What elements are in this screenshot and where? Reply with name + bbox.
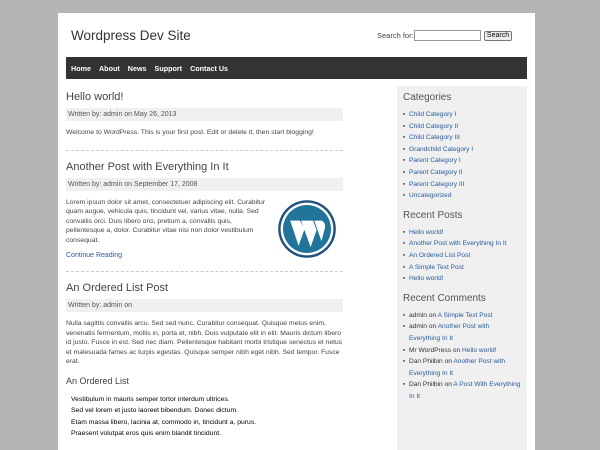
comment-author: Dan Philbin (409, 381, 443, 389)
comment-author: Mr WordPress (409, 346, 452, 354)
list-item: Praesent volutpat eros quis enim blandit… (71, 430, 221, 437)
nav-contact-us[interactable]: Contact Us (190, 64, 228, 73)
category-link[interactable]: Parent Category I (403, 155, 521, 167)
nav-support[interactable]: Support (155, 64, 183, 73)
post-excerpt: Lorem ipsum dolor sit amet, consectetuer… (66, 198, 266, 244)
post: Another Post with Everything In It Writt… (66, 161, 343, 259)
post-excerpt: Nulla sagittis convallis arcu. Sed sed n… (66, 320, 343, 365)
category-link[interactable]: Parent Category II (403, 167, 521, 179)
recent-posts-widget: Recent Posts Hello world! Another Post w… (403, 210, 521, 285)
category-link[interactable]: Grandchild Category I (403, 144, 521, 156)
comment-on: on (428, 311, 437, 319)
comment-author: Dan Philbin (409, 358, 443, 366)
post-byline: Written by: admin on September 17, 2008 (66, 177, 343, 191)
post-byline: Written by: admin on May 26, 2013 (66, 108, 343, 121)
list-item: Vestibulum in mauris semper tortor inter… (71, 395, 230, 403)
recent-post-link[interactable]: Hello world! (403, 227, 521, 239)
recent-comment: Dan Philbin on A Post With Everything In… (403, 379, 521, 402)
comment-on: on (444, 381, 452, 389)
post-title[interactable]: Hello world! (66, 91, 343, 103)
main-content: Hello world! Written by: admin on May 26… (66, 91, 343, 440)
post-excerpt: Welcome to WordPress. This is your first… (66, 129, 314, 136)
list-item: Sed vel lorem et justo laoreet bibendum.… (71, 407, 238, 414)
post-separator (66, 271, 343, 272)
comment-on: on (444, 358, 452, 366)
widget-title: Recent Posts (403, 209, 463, 221)
list-item: Etam massa libero, lacinia at, commodo i… (71, 418, 257, 426)
post: Hello world! Written by: admin on May 26… (66, 91, 343, 138)
comment-post-link[interactable]: A Simple Text Post (438, 312, 493, 319)
main-nav: Home About News Support Contact Us (66, 57, 527, 79)
post-title[interactable]: Another Post with Everything In It (66, 161, 343, 173)
post-subheading: An Ordered List (66, 375, 130, 386)
recent-comments-widget: Recent Comments admin on A Simple Text P… (403, 293, 521, 403)
site-title[interactable]: Wordpress Dev Site (71, 28, 191, 43)
category-link[interactable]: Child Category I (403, 109, 521, 121)
nav-about[interactable]: About (99, 64, 120, 73)
category-link[interactable]: Uncategorized (403, 190, 521, 202)
nav-news[interactable]: News (128, 64, 147, 73)
search-button[interactable]: Search (484, 31, 512, 41)
post-byline: Written by: admin on (66, 299, 343, 312)
category-link[interactable]: Parent Category III (403, 179, 521, 191)
comment-on: on (428, 323, 437, 331)
post: An Ordered List Post Written by: admin o… (66, 282, 343, 440)
ordered-list: Vestibulum in mauris semper tortor inter… (66, 394, 343, 440)
comment-author: admin (409, 311, 427, 319)
comment-author: admin (409, 323, 427, 331)
page-container: Wordpress Dev Site Search for: Search Ho… (58, 13, 535, 450)
recent-post-link[interactable]: An Ordered List Post (403, 250, 521, 262)
category-link[interactable]: Child Category III (403, 132, 521, 144)
wordpress-logo-icon (278, 199, 336, 258)
search-label: Search for: (377, 31, 414, 40)
comment-on: on (452, 346, 461, 354)
nav-home[interactable]: Home (71, 64, 91, 73)
recent-comment: admin on Another Post with Everything In… (403, 321, 521, 344)
recent-comment: admin on A Simple Text Post (403, 310, 521, 322)
post-separator (66, 149, 343, 151)
categories-widget: Categories Child Category I Child Catego… (403, 92, 521, 202)
recent-comment: Dan Philbin on Another Post with Everyth… (403, 356, 521, 379)
search-input[interactable] (414, 30, 481, 41)
comment-post-link[interactable]: Hello world! (462, 347, 496, 354)
recent-post-link[interactable]: Another Post with Everything In It (403, 238, 521, 250)
widget-title: Recent Comments (403, 292, 486, 304)
sidebar: Categories Child Category I Child Catego… (397, 86, 527, 450)
recent-comment: Mr WordPress on Hello world! (403, 345, 521, 357)
category-link[interactable]: Child Category II (403, 121, 521, 133)
recent-post-link[interactable]: A Simple Text Post (403, 262, 521, 274)
recent-post-link[interactable]: Hello world! (403, 273, 521, 285)
widget-title: Categories (403, 92, 452, 103)
post-title[interactable]: An Ordered List Post (66, 282, 343, 294)
